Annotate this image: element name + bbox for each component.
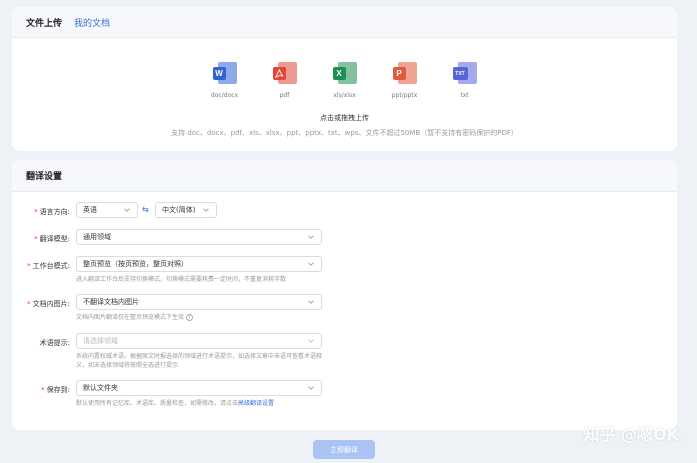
images-select[interactable]: 不翻译文档内图片 — [76, 294, 322, 310]
terms-domain-select[interactable]: 请选择领域 — [76, 333, 322, 349]
file-type-0[interactable]: Wdoc/docx — [195, 62, 255, 99]
file-type-icons[interactable]: Wdoc/docx pdf Xxls/xlsx Pppt/pptx TXT txt — [12, 62, 677, 99]
tab-bar: 文件上传 我的文档 — [12, 7, 677, 38]
translation-settings-card: 翻译设置 * 语言方向: 英语 ⇆ 中文(简体) * 翻译模型: 通用领域 * 工作台… — [12, 160, 677, 430]
workspace-label: * 工作台模式: — [27, 262, 70, 270]
workspace-help: 进入翻译工作台后支持切换模式，切换模式需要耗费一定时间，不重复消耗字数 — [76, 276, 287, 283]
model-label: * 翻译模型: — [34, 235, 70, 243]
powerpoint-icon: P — [392, 62, 417, 86]
settings-header: 翻译设置 — [12, 160, 677, 192]
target-language-select[interactable]: 中文(简体) — [155, 202, 217, 218]
chevron-down-icon — [308, 339, 314, 343]
swap-languages-icon[interactable]: ⇆ — [142, 205, 149, 214]
advanced-settings-link[interactable]: 高级翻译设置 — [238, 400, 274, 407]
save-help: 默认使用所有记忆库、术语库、质量检查，如需修改，请点击高级翻译设置 — [76, 400, 275, 407]
file-type-label: xls/xlsx — [333, 92, 356, 99]
excel-icon: X — [332, 62, 357, 86]
file-type-2[interactable]: Xxls/xlsx — [315, 62, 375, 99]
file-type-label: doc/docx — [210, 92, 239, 99]
chevron-down-icon — [308, 300, 314, 304]
language-label: * 语言方向: — [34, 208, 70, 216]
model-select[interactable]: 通用领域 — [76, 229, 322, 245]
chevron-down-icon — [124, 208, 130, 212]
save-label: * 保存到: — [41, 386, 70, 394]
tab-file-upload[interactable]: 文件上传 — [26, 16, 62, 29]
images-help: 文档内图片翻译仅在整页预览模式下生效 ? — [76, 313, 326, 322]
source-language-select[interactable]: 英语 — [76, 202, 138, 218]
chevron-down-icon — [308, 262, 314, 266]
file-type-label: ppt/pptx — [391, 92, 418, 99]
file-type-label: txt — [460, 92, 469, 99]
workspace-select[interactable]: 整页预览（按页预览，整页对照） — [76, 256, 322, 272]
file-type-1[interactable]: pdf — [255, 62, 315, 99]
terms-label: 术语提示: — [39, 339, 70, 347]
tab-my-documents[interactable]: 我的文档 — [74, 16, 110, 29]
help-icon[interactable]: ? — [185, 314, 193, 321]
upload-title[interactable]: 点击或拖拽上传 — [12, 113, 677, 123]
chevron-down-icon — [308, 386, 314, 390]
pdf-icon — [272, 62, 297, 86]
text-file-icon: TXT — [452, 62, 477, 86]
file-type-label: pdf — [279, 92, 290, 99]
file-type-3[interactable]: Pppt/pptx — [375, 62, 435, 99]
watermark: 知乎 @嗯OK — [583, 425, 679, 444]
chevron-down-icon — [308, 235, 314, 239]
terms-help: 系统内置权威术语，根据原文时报选择的领域进行术语提示，如选择文章中未语可查看术语… — [76, 353, 323, 369]
images-label: * 文档内图片: — [27, 300, 70, 308]
translate-now-button[interactable]: 立即翻译 — [313, 440, 375, 459]
save-folder-select[interactable]: 默认文件夹 — [76, 380, 322, 396]
upload-hint: 支持 doc、docx、pdf、xls、xlsx、ppt、pptx、txt、wp… — [171, 129, 518, 137]
upload-card: 文件上传 我的文档 Wdoc/docx pdf Xxls/xlsx Pppt/pptx… — [12, 7, 677, 151]
settings-title: 翻译设置 — [26, 172, 63, 182]
word-icon: W — [212, 62, 237, 86]
chevron-down-icon — [203, 208, 209, 212]
file-type-4[interactable]: TXT txt — [435, 62, 495, 99]
